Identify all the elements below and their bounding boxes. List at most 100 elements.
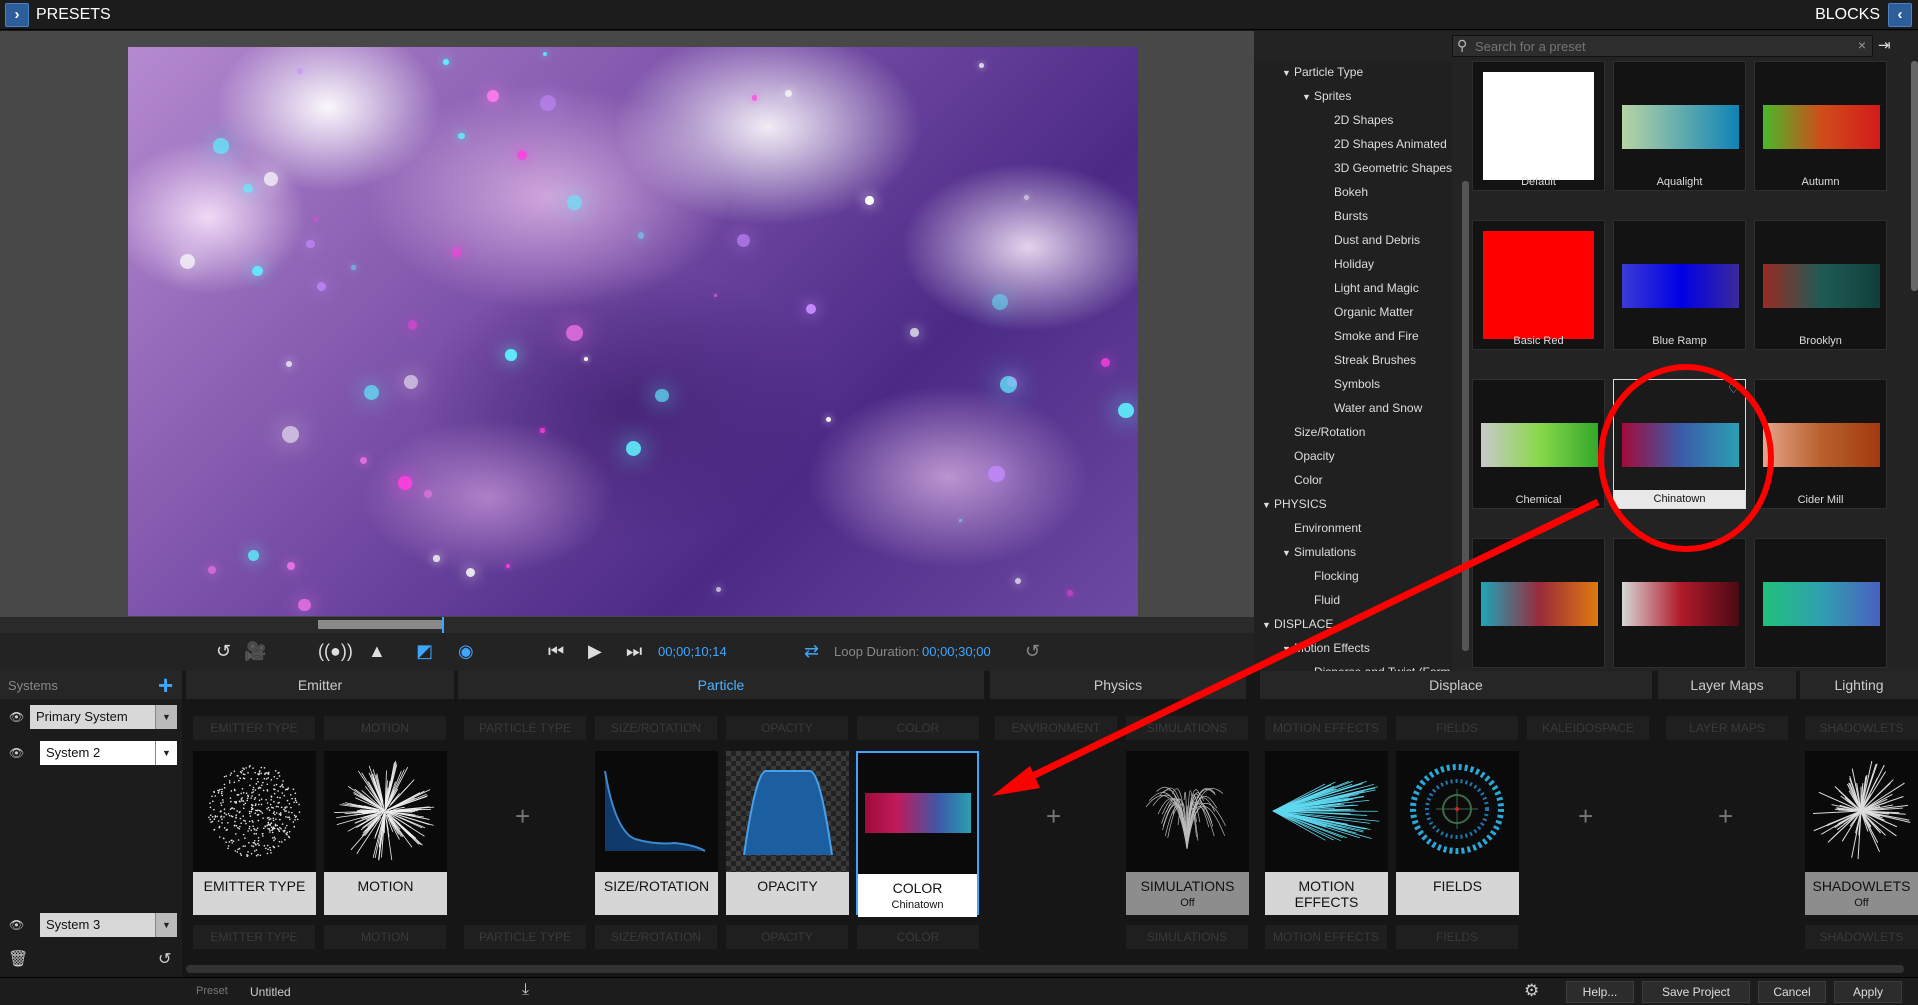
chevron-down-icon[interactable]: ▼ <box>1282 544 1294 562</box>
tree-item[interactable]: Size/Rotation <box>1282 423 1365 441</box>
tree-item[interactable]: Smoke and Fire <box>1322 327 1419 345</box>
system-select-primary[interactable]: Primary System <box>30 705 156 729</box>
section-layer-maps[interactable]: Layer Maps <box>1658 671 1796 699</box>
save-preset-icon[interactable]: ⤓ <box>522 981 529 999</box>
save-project-button[interactable]: Save Project <box>1642 981 1750 1003</box>
tree-item[interactable]: Color <box>1282 471 1323 489</box>
undo-icon[interactable]: ↺ <box>216 641 231 661</box>
section-lighting[interactable]: Lighting <box>1800 671 1918 699</box>
chevron-down-icon[interactable]: ▼ <box>155 705 177 729</box>
audio-wave-icon[interactable]: ((●)) <box>318 641 353 661</box>
chevron-down-icon[interactable]: ▼ <box>1282 64 1294 82</box>
gear-icon[interactable]: ⚙ <box>1524 981 1539 1001</box>
preset-tile[interactable]: Brooklyn <box>1754 220 1887 350</box>
section-physics[interactable]: Physics <box>990 671 1246 699</box>
cancel-button[interactable]: Cancel <box>1758 981 1826 1003</box>
tree-item[interactable]: Water and Snow <box>1322 399 1422 417</box>
camera-icon[interactable]: 🎥 <box>244 641 266 661</box>
timecode[interactable]: 00;00;10;14 <box>658 644 727 659</box>
tree-item[interactable]: ▼ DISPLACE <box>1262 615 1333 633</box>
search-input[interactable] <box>1475 38 1835 54</box>
tree-item[interactable]: ▼ PHYSICS <box>1262 495 1327 513</box>
tree-item[interactable]: Holiday <box>1322 255 1374 273</box>
tree-item[interactable]: Opacity <box>1282 447 1335 465</box>
block-simulations[interactable]: SIMULATIONS Off <box>1126 751 1249 915</box>
play-icon[interactable]: ▶ <box>588 641 602 661</box>
system-select-3[interactable]: System 3 <box>40 913 156 937</box>
export-icon[interactable]: ⇥ <box>1878 36 1891 54</box>
skip-forward-icon[interactable]: ⏭ <box>626 641 642 661</box>
section-emitter[interactable]: Emitter <box>186 671 454 699</box>
tree-item[interactable]: Flocking <box>1302 567 1359 585</box>
trash-icon[interactable]: 🗑 <box>8 949 28 969</box>
expand-presets-button[interactable]: › <box>5 3 29 27</box>
preset-tile[interactable]: Aqualight <box>1613 61 1746 191</box>
add-system-icon[interactable]: + <box>158 671 173 699</box>
preset-tile[interactable]: ♡ Chinatown <box>1613 379 1746 509</box>
block-size-rotation[interactable]: SIZE/ROTATION <box>595 751 718 915</box>
eye-icon[interactable]: 👁 <box>9 918 24 932</box>
apply-button[interactable]: Apply <box>1834 981 1902 1003</box>
tree-item[interactable]: Bokeh <box>1322 183 1368 201</box>
tree-item[interactable]: Symbols <box>1322 375 1380 393</box>
system-select-2[interactable]: System 2 <box>40 741 156 765</box>
block-motion[interactable]: MOTION <box>324 751 447 915</box>
tree-item[interactable]: 2D Shapes <box>1322 111 1393 129</box>
tree-item[interactable]: Organic Matter <box>1322 303 1413 321</box>
cast-icon[interactable]: ◩ <box>416 641 433 661</box>
chevron-down-icon[interactable]: ▼ <box>1262 496 1274 514</box>
shape-icon[interactable]: ▲ <box>368 641 386 661</box>
section-displace[interactable]: Displace <box>1260 671 1652 699</box>
tree-item[interactable]: 3D Geometric Shapes <box>1322 159 1452 177</box>
tree-item[interactable]: Dust and Debris <box>1322 231 1420 249</box>
help-button[interactable]: Help... <box>1566 981 1634 1003</box>
collapse-blocks-button[interactable]: ‹ <box>1888 3 1912 27</box>
tree-item[interactable]: Streak Brushes <box>1322 351 1416 369</box>
reset-icon[interactable]: ↺ <box>1025 641 1040 661</box>
block-emitter-type[interactable]: EMITTER TYPE <box>193 751 316 915</box>
timeline-scrubber[interactable] <box>0 617 1254 633</box>
preset-tile[interactable] <box>1754 538 1887 668</box>
timeline-playhead[interactable] <box>442 617 444 633</box>
tree-item[interactable]: Disperse and Twist (Form C <box>1302 663 1452 671</box>
preset-tile[interactable]: Basic Red <box>1472 220 1605 350</box>
add-environment-icon[interactable]: + <box>1046 801 1061 832</box>
block-motion-effects[interactable]: MOTION EFFECTS <box>1265 751 1388 915</box>
tree-item[interactable]: 2D Shapes Animated <box>1322 135 1447 153</box>
tree-item[interactable]: ▼ Simulations <box>1282 543 1356 561</box>
preset-tile[interactable] <box>1472 538 1605 668</box>
tree-item[interactable]: Bursts <box>1322 207 1368 225</box>
add-particle-type-icon[interactable]: + <box>515 801 530 832</box>
eye-icon[interactable]: 👁 <box>9 710 24 724</box>
loop-icon[interactable]: ⇄ <box>804 641 819 661</box>
clear-search-icon[interactable]: × <box>1858 37 1866 53</box>
refresh-icon[interactable]: ↺ <box>158 949 171 969</box>
chevron-down-icon[interactable]: ▼ <box>1302 88 1314 106</box>
chevron-down-icon[interactable]: ▼ <box>1282 640 1294 658</box>
chevron-down-icon[interactable]: ▼ <box>1262 616 1274 634</box>
chevron-down-icon[interactable]: ▼ <box>155 913 177 937</box>
search-box[interactable]: ⚲ × <box>1452 35 1873 57</box>
tree-item[interactable]: ▼ Motion Effects <box>1282 639 1370 657</box>
add-layer-maps-icon[interactable]: + <box>1718 801 1733 832</box>
grid-scrollbar[interactable] <box>1911 61 1918 291</box>
tree-item[interactable]: ▼ Sprites <box>1302 87 1351 105</box>
tree-item[interactable]: Fluid <box>1302 591 1340 609</box>
preset-tile[interactable]: Default <box>1472 61 1605 191</box>
tree-item[interactable]: Light and Magic <box>1322 279 1419 297</box>
timeline-range[interactable] <box>318 620 443 629</box>
preset-tile[interactable] <box>1613 538 1746 668</box>
preset-tile[interactable]: Blue Ramp <box>1613 220 1746 350</box>
favorite-heart-icon[interactable]: ♡ <box>1728 382 1739 396</box>
tree-item[interactable]: ▼ Particle Type <box>1282 63 1363 81</box>
block-opacity[interactable]: OPACITY <box>726 751 849 915</box>
block-fields[interactable]: FIELDS <box>1396 751 1519 915</box>
eye-icon[interactable]: 👁 <box>9 746 24 760</box>
block-shadowlets[interactable]: SHADOWLETS Off <box>1805 751 1918 915</box>
preset-tile[interactable]: Cider Mill <box>1754 379 1887 509</box>
block-color[interactable]: COLOR Chinatown <box>856 751 979 917</box>
section-particle[interactable]: Particle <box>458 671 984 699</box>
tree-item[interactable]: Environment <box>1282 519 1361 537</box>
preset-tile[interactable]: Chemical <box>1472 379 1605 509</box>
loop-duration-value[interactable]: 00;00;30;00 <box>922 644 991 659</box>
